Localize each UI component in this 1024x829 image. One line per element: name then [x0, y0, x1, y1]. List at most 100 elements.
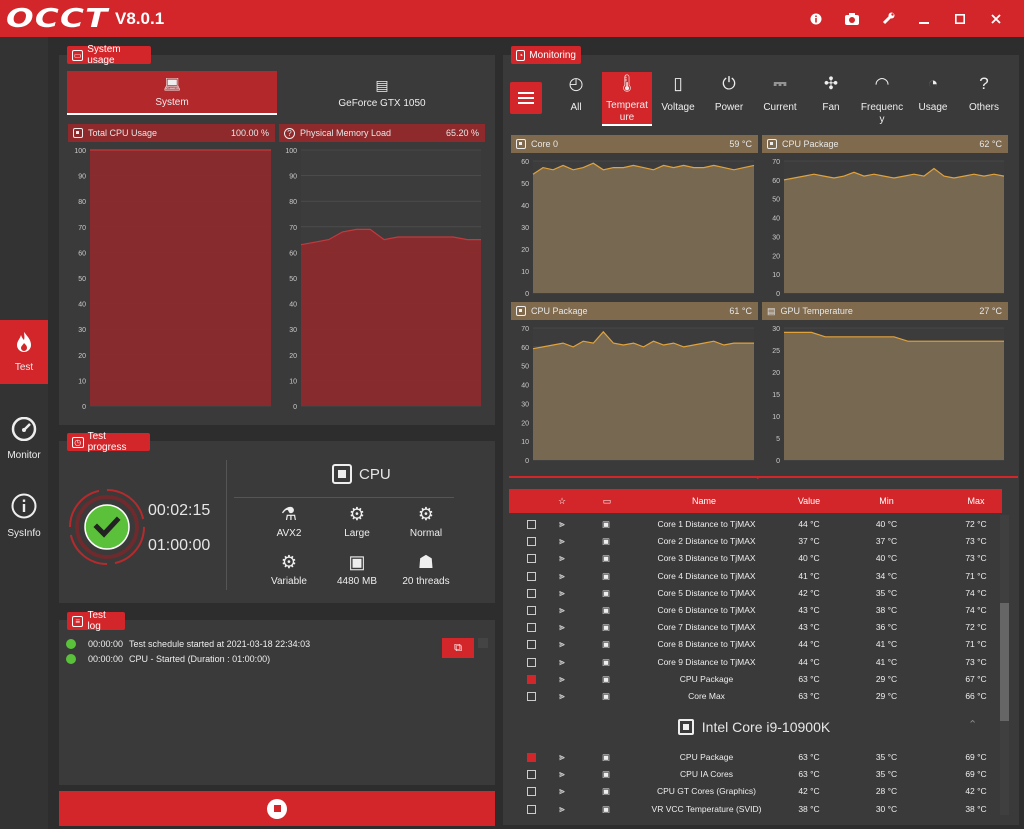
- row-checkbox[interactable]: [527, 657, 536, 667]
- stop-test-button[interactable]: [59, 791, 495, 826]
- table-row[interactable]: ⫸ ▣ Core 8 Distance to TjMAX 44 °C 41 °C 71 °…: [509, 636, 999, 653]
- info-icon[interactable]: [798, 0, 834, 37]
- tab-system[interactable]: 💻︎ System: [67, 71, 277, 115]
- chart-value: 62 °C: [979, 139, 1002, 149]
- maximize-icon[interactable]: [942, 0, 978, 37]
- tab-label: Fan: [822, 102, 840, 113]
- sidebar-item-monitor[interactable]: Monitor: [0, 407, 48, 471]
- copy-log-button[interactable]: ⧉: [442, 638, 474, 658]
- table-row[interactable]: ⫸ ▣ Core Max 63 °C 29 °C 66 °C: [509, 688, 999, 705]
- tab-temperature[interactable]: 🌡︎ Temperature: [602, 72, 652, 126]
- tab-gpu[interactable]: ▤ GeForce GTX 1050: [282, 71, 482, 115]
- log-line: 00:00:00 Test schedule started at 2021-03…: [66, 639, 310, 649]
- sensor-min: 40 °C: [875, 519, 898, 529]
- splitter-handle-icon[interactable]: ⌄: [754, 471, 762, 482]
- memory-load-chart: ? Physical Memory Load 65.20 % 0 10 20 30 40 50…: [279, 124, 485, 414]
- table-row[interactable]: ⫸ ▣ Core 1 Distance to TjMAX 44 °C 40 °C 72 °…: [509, 516, 999, 533]
- table-row[interactable]: ⫸ ▣ Core 5 Distance to TjMAX 42 °C 35 °C 74 °…: [509, 585, 999, 602]
- row-checkbox[interactable]: [527, 623, 536, 633]
- tab-label: Temperature: [606, 100, 648, 123]
- tab-usage[interactable]: ◔ Usage: [908, 72, 958, 126]
- scrollbar[interactable]: [478, 638, 488, 648]
- y-tick-label: 70: [521, 326, 529, 333]
- thermometer-icon: ⫸: [559, 639, 565, 651]
- column-name[interactable]: Name: [659, 489, 749, 513]
- sensor-min: 35 °C: [875, 587, 898, 598]
- cpu-package-chart: CPU Package 62 °C 0 10 20 30 40 50 60 70: [762, 135, 1008, 301]
- table-row[interactable]: ⫸ ▣ Core 9 Distance to TjMAX 44 °C 41 °C 73 °…: [509, 654, 999, 671]
- group-title: Intel Core i9-10900K: [701, 719, 831, 735]
- table-row[interactable]: ⫸ ▣ Core 2 Distance to TjMAX 37 °C 37 °C 73 °…: [509, 533, 999, 550]
- tab-voltage[interactable]: ▯ Voltage: [653, 72, 703, 126]
- log-time: 00:00:00: [88, 654, 124, 664]
- row-checkbox[interactable]: [527, 640, 536, 650]
- close-icon[interactable]: [978, 0, 1014, 37]
- tab-others[interactable]: ? Others: [959, 72, 1009, 126]
- thermometer-icon: ⫸: [559, 519, 565, 530]
- row-checkbox[interactable]: [527, 692, 536, 701]
- row-checkbox[interactable]: [527, 554, 536, 564]
- row-checkbox[interactable]: [527, 674, 536, 684]
- chip-icon: [516, 306, 526, 316]
- tab-all[interactable]: ◴ All: [551, 72, 601, 126]
- chip-icon: ▣: [601, 536, 611, 547]
- row-checkbox[interactable]: [527, 537, 536, 547]
- menu-button[interactable]: [510, 82, 542, 114]
- chip-icon: ▣: [348, 552, 366, 572]
- y-tick-label: 40: [289, 302, 297, 309]
- tab-label: System: [155, 97, 189, 108]
- row-checkbox[interactable]: [527, 571, 536, 581]
- column-max[interactable]: Max: [941, 489, 1011, 513]
- table-row[interactable]: ⫸ ▣ Core 6 Distance to TjMAX 43 °C 38 °C 74 °…: [509, 602, 999, 619]
- tab-label: Usage: [918, 102, 948, 113]
- table-row[interactable]: ⫸ ▣ CPU IA Cores 63 °C 35 °C 69 °C: [509, 766, 999, 783]
- row-checkbox[interactable]: [527, 588, 536, 598]
- device-icon[interactable]: ▭: [597, 489, 617, 513]
- y-tick-label: 90: [289, 174, 297, 181]
- sensor-min: 41 °C: [875, 656, 898, 667]
- splitter[interactable]: [509, 476, 1018, 478]
- thermometer-icon: ⫸: [559, 587, 565, 599]
- table-row[interactable]: ⫸ ▣ Core 4 Distance to TjMAX 41 °C 34 °C 71 °…: [509, 568, 999, 585]
- table-row[interactable]: ⫸ ▣ CPU GT Cores (Graphics) 42 °C 28 °C 42 °C: [509, 783, 999, 800]
- tab-current[interactable]: ⎓ Current: [755, 72, 805, 126]
- wrench-icon[interactable]: [870, 0, 906, 37]
- column-min[interactable]: Min: [854, 489, 919, 513]
- chip-icon: [332, 464, 352, 484]
- y-tick-label: 50: [78, 276, 86, 283]
- tab-power[interactable]: ⏻ Power: [704, 72, 754, 126]
- column-value[interactable]: Value: [774, 489, 844, 513]
- table-row[interactable]: ⫸ ▣ CPU Package 63 °C 35 °C 69 °C: [509, 749, 999, 766]
- sensor-name: CPU GT Cores (Graphics): [656, 786, 757, 797]
- table-scrollbar[interactable]: [1000, 515, 1009, 815]
- chip-icon: ▣: [601, 752, 611, 762]
- gpu-temp-chart: ▤ GPU Temperature 27 °C 0 5 10 15 20 25 30: [762, 302, 1008, 468]
- y-tick-label: 30: [521, 225, 529, 232]
- table-row[interactable]: ⫸ ▣ Core 3 Distance to TjMAX 40 °C 40 °C 73 °…: [509, 550, 999, 567]
- collapse-icon[interactable]: ⌃: [968, 718, 977, 731]
- chip-icon: ▣: [601, 570, 611, 581]
- table-row[interactable]: ⫸ ▣ Core 7 Distance to TjMAX 43 °C 36 °C 72 °…: [509, 619, 999, 636]
- row-checkbox[interactable]: [527, 520, 536, 529]
- sidebar-item-test[interactable]: Test: [0, 320, 48, 384]
- row-checkbox[interactable]: [527, 804, 536, 814]
- tab-frequency[interactable]: ◠ Frequency: [857, 72, 907, 126]
- series-area: [533, 331, 754, 460]
- camera-icon[interactable]: [834, 0, 870, 37]
- param-mode: ⚙︎ Normal: [391, 502, 461, 539]
- table-row[interactable]: ⫸ ▣ VR VCC Temperature (SVID) 38 °C 30 °C 38 …: [509, 801, 999, 818]
- group-header[interactable]: Intel Core i9-10900K: [509, 705, 999, 749]
- tab-fan[interactable]: ✣ Fan: [806, 72, 856, 126]
- y-tick-label: 60: [772, 178, 780, 185]
- row-checkbox[interactable]: [527, 787, 536, 797]
- row-checkbox[interactable]: [527, 753, 536, 762]
- gears-icon: ⚙︎: [280, 552, 298, 572]
- tab-label: All: [570, 102, 582, 113]
- table-row[interactable]: ⫸ ▣ CPU Package 63 °C 29 °C 67 °C: [509, 671, 999, 688]
- row-checkbox[interactable]: [527, 770, 536, 780]
- star-icon[interactable]: ☆: [552, 489, 572, 513]
- sidebar-item-sysinfo[interactable]: SysInfo: [0, 484, 48, 548]
- minimize-icon[interactable]: [906, 0, 942, 37]
- row-checkbox[interactable]: [527, 606, 536, 615]
- param-threads: ☗ 20 threads: [391, 550, 461, 587]
